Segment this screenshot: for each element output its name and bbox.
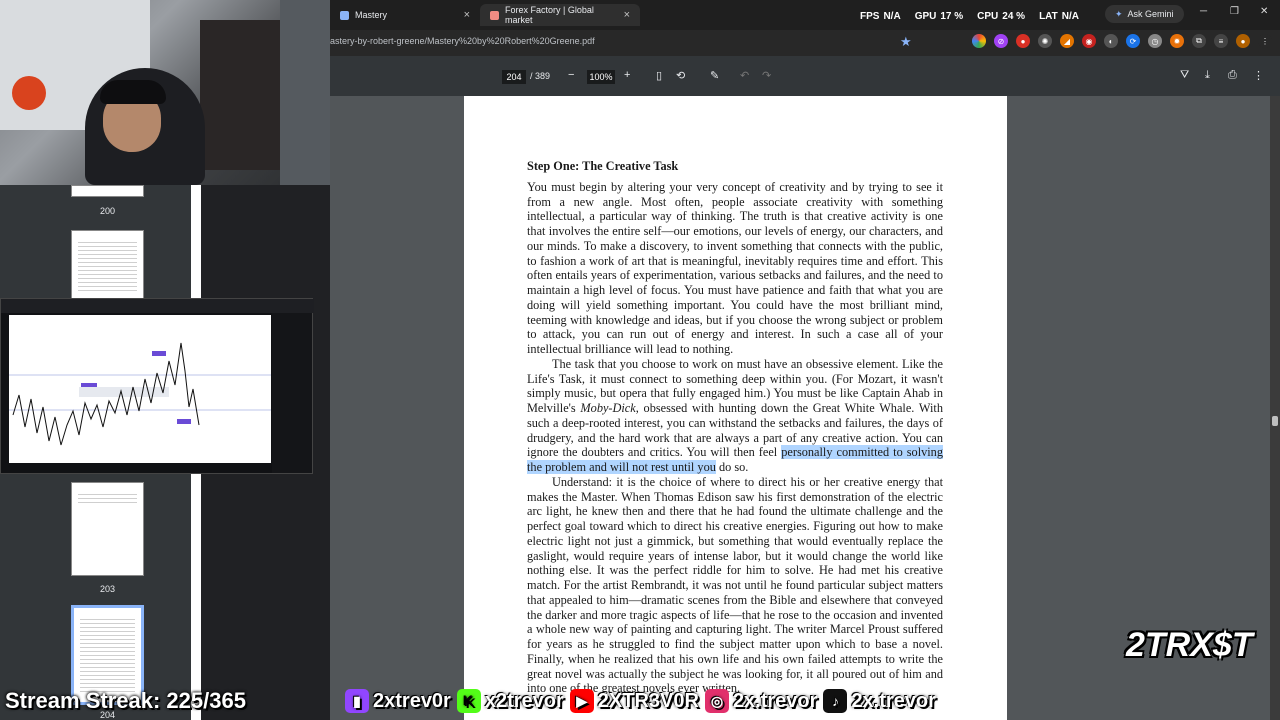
thumbnail-label: 200 [99,206,116,216]
download-icon[interactable]: ⤓ [1205,69,1210,82]
extension-icon[interactable]: ◢ [1060,34,1074,48]
undo-icon[interactable]: ↶ [740,69,749,82]
paragraph-2: The task that you choose to work on must… [527,356,943,474]
close-tab-icon[interactable]: × [624,9,630,21]
gemini-label: Ask Gemini [1127,9,1174,19]
extension-icon[interactable]: ◐ [1104,34,1118,48]
tab-mastery[interactable]: Mastery × [330,4,480,26]
profile-avatar-icon[interactable]: ● [1236,34,1250,48]
tab-bar: Mastery × Forex Factory | Global market … [330,0,1280,30]
social-youtube: ▶ 2XTR3V0R [569,689,699,713]
address-bar: astery-by-robert-greene/Mastery%20by%20R… [330,30,1280,56]
page-number-input[interactable]: 204 [502,70,526,84]
scrollbar-thumb[interactable] [1272,416,1278,426]
extension-icon[interactable]: ✹ [1170,34,1184,48]
pdf-favicon-icon [340,10,349,20]
screen: Mastery × Forex Factory | Global market … [0,0,1280,720]
minimize-icon[interactable]: ─ [1200,6,1207,17]
print-icon[interactable]: ⎙ [1228,69,1237,82]
section-heading: Step One: The Creative Task [527,159,679,173]
extension-icon[interactable]: ⊘ [994,34,1008,48]
page-thumbnail[interactable] [71,230,144,300]
redo-icon[interactable]: ↷ [762,69,771,82]
basketball [12,76,46,110]
stat-gpu: GPU 17 % [914,11,964,22]
maximize-icon[interactable]: ❐ [1230,6,1239,17]
page-total: / 389 [530,71,551,81]
instagram-icon: ◎ [704,689,729,713]
tab-label: Forex Factory | Global market [504,5,594,25]
rotate-icon[interactable]: ⟲ [676,69,685,82]
kick-icon: K [456,689,481,713]
chrome-icon[interactable] [972,34,986,48]
tab-forex-factory[interactable]: Forex Factory | Global market × [480,4,640,26]
zoom-out-icon[interactable]: − [568,69,574,81]
social-kick: K x2trevor [456,689,564,713]
fit-page-icon[interactable]: ▯ [656,69,662,82]
pdf-toolbar: 204 / 389 − 100% + ▯ ⟲ ✎ ↶ ↷ ⛛ ⤓ ⎙ ⋮ [330,56,1280,96]
paragraph-1: You must begin by altering your very con… [527,179,943,356]
performance-overlay: FPS N/A GPU 17 % CPU 24 % LAT N/A [860,11,1079,22]
social-instagram: ◎ 2x.trevor [704,689,817,713]
extensions-row: ⊘ ● ✺ ◢ ◉ ◐ ⟳ ◷ ✹ ⧉ ≡ ● ⋮ [972,34,1272,48]
annotate-icon[interactable]: ✎ [710,69,719,82]
page-thumbnail[interactable] [71,185,144,197]
extension-icon[interactable]: ● [1016,34,1030,48]
forex-favicon-icon [490,10,499,20]
watchlist-panel [272,313,312,473]
gemini-icon: ✦ [1115,8,1123,19]
stat-cpu: CPU 24 % [977,11,1026,22]
close-window-icon[interactable]: ✕ [1260,6,1268,17]
stat-lat: LAT N/A [1039,11,1080,22]
channel-logo: 2TRX$T [1126,626,1253,664]
extension-icon[interactable]: ◉ [1082,34,1096,48]
menu-kebab-icon[interactable]: ⋮ [1258,34,1272,48]
clock-icon[interactable]: ◷ [1148,34,1162,48]
social-twitch: ▮ 2xtrev0r [345,689,451,713]
chart-toolbar [1,299,314,313]
url-text[interactable]: astery-by-robert-greene/Mastery%20by%20R… [330,36,595,46]
zoom-input[interactable]: 100% [587,70,615,84]
more-options-icon[interactable]: ⋮ [1253,69,1264,82]
pdf-scrollbar[interactable] [1270,96,1280,720]
twitch-icon: ▮ [345,689,369,713]
pdf-page: Step One: The Creative Task You must beg… [464,96,1007,720]
zoom-in-icon[interactable]: + [624,69,630,81]
ask-gemini-button[interactable]: ✦ Ask Gemini [1105,5,1184,23]
tiktok-icon: ♪ [823,689,848,713]
bookmark-star-icon[interactable]: ★ [900,34,912,50]
page-thumbnail[interactable] [71,482,144,576]
price-chart [9,315,271,463]
paragraph-3: Understand: it is the choice of where to… [527,474,943,696]
trading-chart-overlay [0,298,314,474]
extension-icon[interactable]: ⟳ [1126,34,1140,48]
brightness-icon[interactable]: ✺ [1038,34,1052,48]
media-controls-icon[interactable]: ≡ [1214,34,1228,48]
social-handles: ▮ 2xtrev0r K x2trevor ▶ 2XTR3V0R ◎ 2x.tr… [345,684,936,718]
close-tab-icon[interactable]: × [464,9,470,21]
webcam-overlay [0,0,330,185]
youtube-icon: ▶ [569,689,594,713]
stat-fps: FPS N/A [860,11,901,22]
stream-streak: Stream Streak: 225/365 [5,688,246,713]
extensions-puzzle-icon[interactable]: ⧉ [1192,34,1206,48]
tab-label: Mastery [355,10,388,20]
page-text: Step One: The Creative Task You must beg… [527,159,943,696]
thumbnail-label: 203 [99,584,116,594]
save-drive-icon[interactable]: ⛛ [1180,69,1189,82]
social-tiktok: ♪ 2x.trevor [823,689,936,713]
